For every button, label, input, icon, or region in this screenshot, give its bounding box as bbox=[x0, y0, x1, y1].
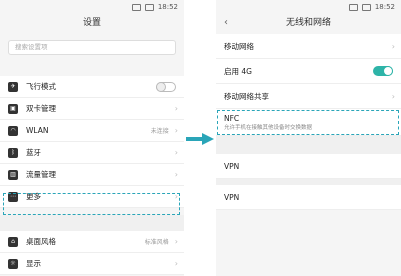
page-title-text: 无线和网络 bbox=[285, 18, 331, 28]
settings-item-home-style[interactable]: ⌂ 桌面风格 标准风格 › bbox=[0, 231, 184, 253]
settings-item-value: 未连接 bbox=[150, 128, 169, 135]
mobile-network-item[interactable]: 移动网络 › bbox=[216, 34, 401, 59]
vpn-item[interactable]: VPN bbox=[216, 154, 401, 179]
signal-icon bbox=[348, 3, 358, 11]
settings-item-label: 桌面风格 bbox=[26, 237, 56, 246]
chevron-right-icon: › bbox=[174, 104, 178, 113]
item-label: VPN bbox=[224, 192, 240, 202]
enable-4g-item[interactable]: 启用 4G bbox=[216, 59, 401, 84]
vpn-item[interactable]: VPN bbox=[216, 185, 401, 210]
data-usage-icon: ▥ bbox=[8, 169, 18, 180]
settings-item-label: 双卡管理 bbox=[26, 104, 56, 113]
settings-item-label: 蓝牙 bbox=[26, 148, 41, 157]
back-arrow-icon[interactable]: ‹ bbox=[224, 14, 228, 32]
chevron-right-icon: › bbox=[391, 91, 395, 101]
item-label: VPN bbox=[224, 161, 240, 171]
nfc-highlight bbox=[217, 110, 399, 135]
settings-item-label: 显示 bbox=[26, 259, 41, 268]
page-title: 设置 bbox=[82, 18, 101, 28]
settings-item-value: 标准风格 bbox=[144, 239, 169, 246]
chevron-right-icon: › bbox=[391, 41, 395, 51]
chevron-right-icon: › bbox=[174, 148, 178, 157]
item-label: 移动网络 bbox=[224, 41, 254, 51]
settings-screen: 18:52 设置 搜索设置项 ✈ 飞行模式 ▣ 双卡管理 › ◠ WLAN 未连… bbox=[0, 0, 184, 276]
wifi-icon: ◠ bbox=[8, 125, 18, 136]
page-title: ‹ 无线和网络 bbox=[216, 14, 401, 32]
item-label: 启用 4G bbox=[224, 66, 252, 76]
chevron-right-icon: › bbox=[174, 170, 178, 179]
settings-item-bluetooth[interactable]: ᛒ 蓝牙 › bbox=[0, 142, 184, 164]
settings-item-label: 流量管理 bbox=[26, 170, 56, 179]
home-style-icon: ⌂ bbox=[8, 236, 18, 247]
display-icon: ☼ bbox=[8, 258, 18, 269]
item-label: 移动网络共享 bbox=[224, 91, 269, 101]
settings-item-label: WLAN bbox=[26, 126, 49, 135]
status-bar: 18:52 bbox=[0, 0, 184, 14]
battery-icon bbox=[361, 3, 371, 11]
settings-item-display[interactable]: ☼ 显示 › bbox=[0, 253, 184, 275]
status-bar: 18:52 bbox=[216, 0, 401, 14]
wireless-networks-screen: 18:52 ‹ 无线和网络 移动网络 › 启用 4G 移动网络共享 › NFC … bbox=[216, 0, 401, 276]
sim-icon: ▣ bbox=[8, 103, 18, 114]
section-divider bbox=[0, 215, 184, 231]
settings-item-wlan[interactable]: ◠ WLAN 未连接 › bbox=[0, 120, 184, 142]
settings-item-label: 飞行模式 bbox=[26, 82, 56, 91]
status-time: 18:52 bbox=[157, 3, 178, 11]
search-input[interactable]: 搜索设置项 bbox=[8, 40, 176, 55]
more-highlight bbox=[3, 193, 180, 215]
tethering-item[interactable]: 移动网络共享 › bbox=[216, 84, 401, 109]
airplane-toggle[interactable] bbox=[156, 81, 176, 92]
arrow-right-icon bbox=[186, 133, 214, 145]
chevron-right-icon: › bbox=[174, 237, 178, 246]
settings-item-sim[interactable]: ▣ 双卡管理 › bbox=[0, 98, 184, 120]
signal-icon bbox=[131, 3, 141, 11]
section-divider bbox=[216, 136, 401, 154]
battery-icon bbox=[144, 3, 154, 11]
enable-4g-toggle[interactable] bbox=[373, 66, 393, 76]
chevron-right-icon: › bbox=[174, 259, 178, 268]
bluetooth-icon: ᛒ bbox=[8, 147, 18, 158]
chevron-right-icon: › bbox=[174, 126, 178, 135]
settings-item-data-usage[interactable]: ▥ 流量管理 › bbox=[0, 164, 184, 186]
status-time: 18:52 bbox=[374, 3, 395, 11]
settings-item-airplane[interactable]: ✈ 飞行模式 bbox=[0, 76, 184, 98]
airplane-icon: ✈ bbox=[8, 81, 18, 92]
